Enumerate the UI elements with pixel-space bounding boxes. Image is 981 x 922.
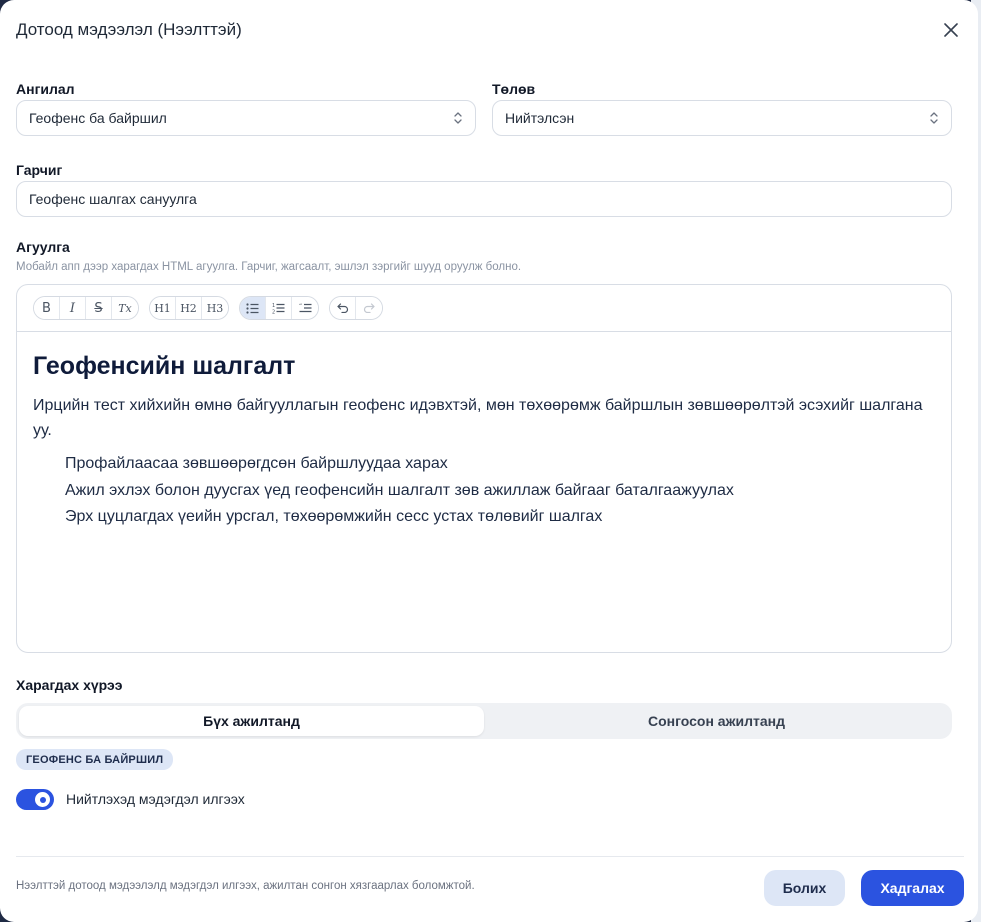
cancel-button[interactable]: Болих bbox=[764, 870, 845, 906]
numbered-list-button[interactable]: 1 2 bbox=[266, 297, 292, 319]
redo-icon bbox=[363, 303, 375, 313]
italic-button[interactable]: I bbox=[60, 297, 86, 319]
bullet-list-button[interactable] bbox=[240, 297, 266, 319]
audience-label: Харагдах хүрээ bbox=[16, 677, 123, 693]
audience-selected-option[interactable]: Сонгосон ажилтанд bbox=[484, 706, 949, 736]
status-value: Нийтэлсэн bbox=[505, 110, 575, 126]
bullet-list-icon bbox=[246, 302, 259, 314]
save-button[interactable]: Хадгалах bbox=[861, 870, 964, 906]
list-item: Эрх цуцлагдах үеийн урсгал, төхөөрөмжийн… bbox=[65, 508, 603, 525]
heading-group: H1 H2 H3 bbox=[149, 296, 229, 320]
svg-text:“: “ bbox=[299, 303, 302, 310]
title-input[interactable] bbox=[16, 181, 952, 217]
list-item: Ажил эхлэх болон дуусгах үед геофенсийн … bbox=[65, 481, 734, 499]
blockquote-icon: “ bbox=[299, 303, 311, 312]
italic-icon: I bbox=[69, 300, 76, 316]
editor-content[interactable]: Геофенсийн шалгалт Ирцийн тест хийхийн ө… bbox=[17, 332, 951, 531]
undo-icon bbox=[336, 303, 348, 313]
audience-all-option[interactable]: Бүх ажилтанд bbox=[19, 706, 484, 736]
close-icon bbox=[944, 23, 958, 37]
category-value: Геофенс ба байршил bbox=[29, 110, 167, 126]
content-heading: Геофенсийн шалгалт bbox=[33, 352, 296, 380]
notify-toggle[interactable] bbox=[16, 789, 54, 810]
undo-button[interactable] bbox=[330, 297, 356, 319]
status-select[interactable]: Нийтэлсэн bbox=[492, 100, 952, 136]
heading3-button[interactable]: H3 bbox=[202, 297, 228, 319]
blockquote-button[interactable]: “ bbox=[292, 297, 318, 319]
footer-divider bbox=[16, 856, 964, 857]
chevron-up-down-icon bbox=[454, 112, 462, 124]
list-item: Профайлаасаа зөвшөөрөгдсөн байршлуудаа х… bbox=[65, 455, 448, 472]
history-group bbox=[329, 296, 383, 320]
heading1-icon: H1 bbox=[154, 301, 171, 315]
clear-format-button[interactable]: Tx bbox=[112, 297, 138, 319]
content-label: Агуулга bbox=[16, 239, 70, 255]
redo-button[interactable] bbox=[356, 297, 382, 319]
modal-title: Дотоод мэдээлэл (Нээлттэй) bbox=[16, 20, 242, 39]
editor-toolbar: B I S Tx H1 H2 H3 1 2 “ bbox=[17, 285, 951, 332]
bold-icon: B bbox=[42, 300, 51, 316]
toggle-dot bbox=[39, 796, 46, 803]
content-list: Профайлаасаа зөвшөөрөгдсөн байршлуудаа х… bbox=[33, 451, 935, 531]
chevron-up-down-icon bbox=[930, 112, 938, 124]
bold-button[interactable]: B bbox=[34, 297, 60, 319]
article-modal: Дотоод мэдээлэл (Нээлттэй) Ангилал Геофе… bbox=[0, 0, 978, 922]
heading3-icon: H3 bbox=[206, 301, 224, 315]
category-select[interactable]: Геофенс ба байршил bbox=[16, 100, 476, 136]
svg-text:1: 1 bbox=[272, 303, 275, 309]
list-group: 1 2 “ bbox=[239, 296, 319, 320]
category-badge: ГЕОФЕНС БА БАЙРШИЛ bbox=[16, 749, 174, 770]
status-label: Төлөв bbox=[492, 81, 536, 97]
clear-format-icon: Tx bbox=[118, 301, 132, 315]
heading1-button[interactable]: H1 bbox=[150, 297, 176, 319]
format-group: B I S Tx bbox=[33, 296, 139, 320]
category-label: Ангилал bbox=[16, 81, 75, 97]
footer-note: Нээлттэй дотоод мэдээлэлд мэдэгдэл илгээ… bbox=[16, 880, 475, 892]
heading2-icon: H2 bbox=[180, 301, 197, 315]
content-help-text: Мобайл апп дээр харагдах HTML агуулга. Г… bbox=[16, 261, 522, 273]
numbered-list-icon: 1 2 bbox=[272, 303, 285, 315]
modal-header: Дотоод мэдээлэл (Нээлттэй) bbox=[16, 18, 962, 42]
notify-label: Нийтлэхэд мэдэгдэл илгээх bbox=[66, 791, 245, 807]
content-paragraph: Ирцийн тест хийхийн өмнө байгууллагын ге… bbox=[33, 397, 923, 439]
strikethrough-icon: S bbox=[94, 300, 103, 316]
toggle-knob bbox=[35, 792, 50, 807]
close-button[interactable] bbox=[940, 19, 962, 41]
audience-segmented-control: Бүх ажилтанд Сонгосон ажилтанд bbox=[16, 703, 952, 739]
heading2-button[interactable]: H2 bbox=[176, 297, 202, 319]
title-label: Гарчиг bbox=[16, 162, 63, 178]
svg-text:2: 2 bbox=[272, 310, 275, 315]
rich-text-editor: B I S Tx H1 H2 H3 1 2 “ Геофенсийн шалга… bbox=[16, 284, 952, 653]
strike-button[interactable]: S bbox=[86, 297, 112, 319]
